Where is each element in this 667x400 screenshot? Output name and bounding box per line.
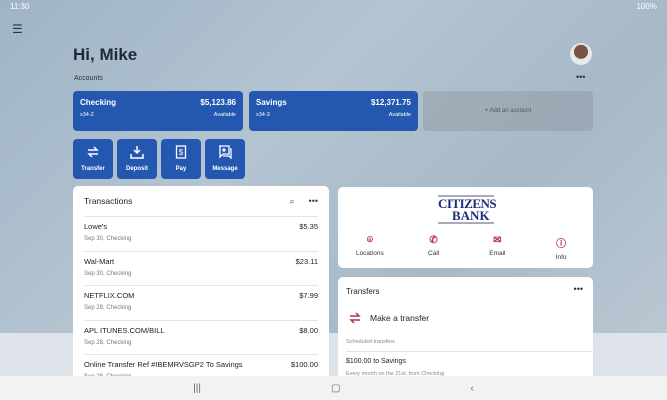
info-button[interactable]: ⓘ Info — [529, 235, 593, 261]
account-balance: $5,123.86 — [200, 98, 236, 107]
transaction-row[interactable]: Lowe's Sep 30, Checking $5.35 — [84, 216, 318, 251]
phone-icon: ✆ — [429, 235, 438, 246]
navigation-bar: ||| ▢ ‹ — [0, 376, 667, 400]
transaction-amount: $23.11 — [295, 256, 318, 266]
menu-icon[interactable]: ☰ — [12, 22, 23, 36]
transaction-detail: Sep 30, Checking — [84, 270, 132, 277]
transaction-merchant: NETFLIX.COM — [84, 291, 135, 300]
transfers-more-icon[interactable]: ••• — [574, 284, 583, 294]
transaction-detail: Sep 30, Checking — [84, 236, 132, 242]
call-button[interactable]: ✆ Call — [402, 235, 466, 261]
account-name: Checking — [80, 98, 117, 107]
locations-label: Locations — [355, 250, 384, 257]
account-status: Available — [388, 112, 411, 118]
pay-button[interactable]: $ Pay — [161, 139, 201, 179]
message-button[interactable]: Message — [205, 139, 245, 179]
info-icon: ⓘ — [556, 239, 567, 250]
scheduled-transfers-label: Scheduled transfers — [346, 339, 395, 345]
message-label: Message — [212, 166, 238, 172]
account-status: Available — [213, 112, 236, 118]
transaction-detail: Sep 29, Checking — [84, 305, 132, 311]
search-icon[interactable]: ⌕ — [290, 196, 295, 207]
pay-icon: $ — [175, 145, 187, 159]
account-suffix: x34-2 — [80, 112, 94, 118]
transaction-amount: $7.99 — [299, 291, 318, 300]
deposit-label: Deposit — [125, 166, 148, 172]
transactions-card: Transactions ⌕ ••• Lowe's Sep 30, Checking… — [73, 186, 329, 386]
transaction-amount: $100.00 — [290, 360, 318, 369]
account-card-checking[interactable]: Checking $5,123.86 x34-2 Available — [73, 91, 243, 131]
transaction-detail: Sep 28, Checking — [84, 339, 132, 346]
transfers-card: Transfers ••• Make a transfer Scheduled … — [338, 277, 593, 387]
status-time: 11:30 — [10, 2, 30, 11]
transfers-title: Transfers — [346, 287, 380, 296]
transaction-row[interactable]: NETFLIX.COM Sep 29, Checking $7.99 — [84, 285, 318, 320]
recents-icon[interactable]: ||| — [193, 383, 201, 394]
citizens-bank-logo: CITIZENS BANK — [438, 195, 497, 224]
deposit-button[interactable]: Deposit — [117, 139, 157, 179]
make-transfer-button[interactable]: Make a transfer — [348, 311, 429, 325]
accounts-label: Accounts — [74, 75, 103, 82]
scheduled-transfer-title[interactable]: $100.00 to Savings — [346, 358, 406, 365]
transfer-icon — [349, 312, 361, 324]
divider — [346, 351, 593, 352]
back-icon[interactable]: ‹ — [470, 383, 473, 394]
email-icon: ✉ — [493, 235, 502, 246]
home-icon[interactable]: ▢ — [331, 383, 340, 394]
location-pin-icon: ⌾ — [366, 235, 373, 246]
bank-card: CITIZENS BANK ⌾ Locations ✆ Call ✉ Email ⓘ In… — [338, 187, 593, 268]
account-suffix: x34-3 — [256, 112, 270, 118]
transaction-amount: $5.35 — [299, 222, 318, 231]
transaction-amount: $8.00 — [299, 325, 318, 335]
transaction-merchant: APL ITUNES.COM/BILL — [84, 325, 165, 335]
accounts-more-icon[interactable]: ••• — [576, 72, 585, 82]
pay-label: Pay — [175, 166, 187, 172]
info-label: Info — [555, 254, 567, 261]
deposit-icon — [130, 146, 144, 159]
transfer-icon — [87, 146, 99, 158]
message-icon — [219, 145, 232, 160]
transfer-button[interactable]: Transfer — [73, 139, 113, 179]
email-button[interactable]: ✉ Email — [466, 235, 530, 261]
greeting: Hi, Mike — [73, 45, 138, 64]
avatar[interactable] — [570, 43, 592, 65]
add-account-button[interactable]: + Add an account — [423, 91, 593, 131]
email-label: Email — [489, 250, 506, 257]
status-bar: 11:30 100% — [0, 0, 667, 14]
account-balance: $12,371.75 — [370, 98, 411, 107]
transaction-row[interactable]: APL ITUNES.COM/BILL Sep 28, Checking $8.00 — [84, 319, 318, 355]
transaction-merchant: Wal-Mart — [84, 256, 115, 266]
svg-text:$: $ — [179, 148, 184, 157]
status-battery: 100% — [636, 2, 657, 11]
make-transfer-label: Make a transfer — [370, 313, 430, 323]
transactions-more-icon[interactable]: ••• — [309, 196, 318, 207]
transfer-label: Transfer — [81, 166, 105, 172]
call-label: Call — [428, 250, 440, 257]
transaction-row[interactable]: Wal-Mart Sep 30, Checking $23.11 — [84, 250, 318, 286]
transaction-merchant: Lowe's — [84, 222, 108, 231]
locations-button[interactable]: ⌾ Locations — [338, 235, 402, 261]
account-card-savings[interactable]: Savings $12,371.75 x34-3 Available — [249, 91, 418, 131]
transaction-merchant: Online Transfer Ref #IBEMRVSGP2 To Savin… — [84, 360, 243, 369]
transactions-title: Transactions — [84, 196, 133, 206]
account-name: Savings — [256, 98, 287, 107]
